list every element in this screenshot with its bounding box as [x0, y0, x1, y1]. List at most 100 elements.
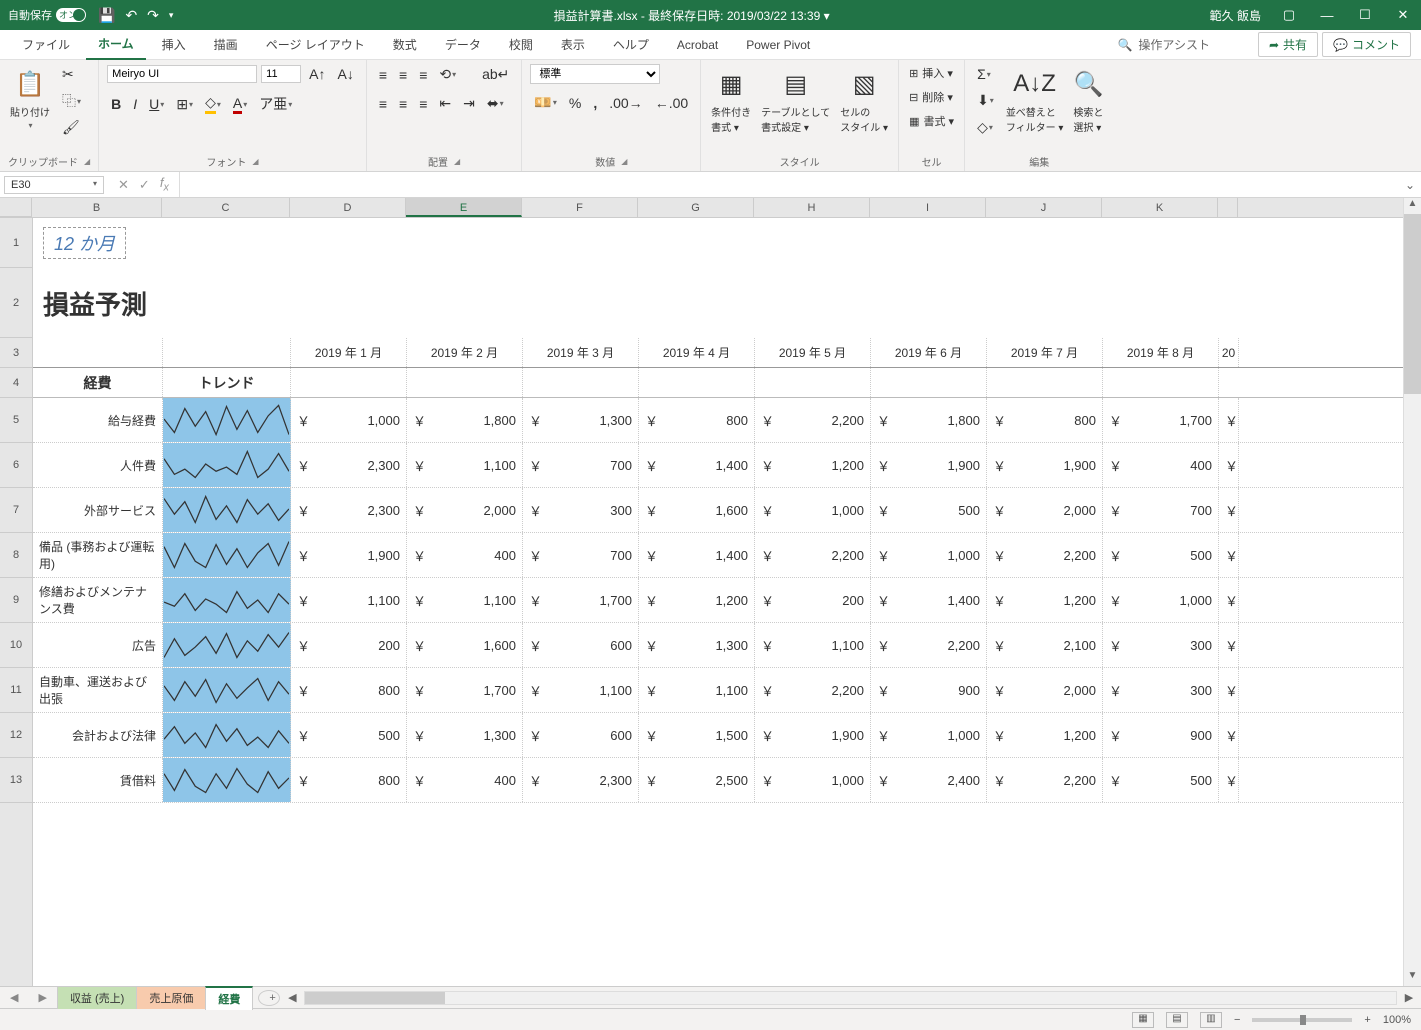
row-label[interactable]: 自動車、運送および出張: [33, 668, 163, 712]
row-label[interactable]: 賃借料: [33, 758, 163, 802]
select-all-corner[interactable]: [0, 198, 32, 217]
value-cell[interactable]: ￥1,100: [291, 578, 407, 622]
zoom-level[interactable]: 100%: [1383, 1014, 1411, 1026]
value-cell[interactable]: ￥400: [407, 758, 523, 802]
number-launcher-icon[interactable]: ◢: [621, 157, 627, 166]
value-cell[interactable]: ￥200: [755, 578, 871, 622]
tab-page-layout[interactable]: ページ レイアウト: [254, 30, 377, 59]
align-center-button[interactable]: ≡: [395, 94, 411, 114]
add-sheet-button[interactable]: +: [258, 990, 280, 1006]
value-cell[interactable]: ￥1,200: [987, 713, 1103, 757]
sparkline-cell[interactable]: [163, 623, 291, 667]
sparkline-cell[interactable]: [163, 533, 291, 577]
value-cell[interactable]: ￥1,000: [871, 713, 987, 757]
decrease-font-button[interactable]: A↓: [334, 64, 358, 84]
value-cell[interactable]: ￥1,100: [407, 443, 523, 487]
page-layout-view-button[interactable]: ▤: [1166, 1012, 1188, 1028]
value-cell[interactable]: ￥1,600: [407, 623, 523, 667]
tab-home[interactable]: ホーム: [86, 29, 146, 60]
value-cell[interactable]: ￥1,800: [871, 398, 987, 442]
value-cell[interactable]: ￥1,900: [871, 443, 987, 487]
border-button[interactable]: ⊞▾: [172, 94, 197, 115]
tab-nav-next-icon[interactable]: ▶: [28, 991, 56, 1004]
autosum-button[interactable]: Σ▾: [973, 64, 998, 84]
scroll-right-icon[interactable]: ▶: [1401, 991, 1417, 1004]
value-cell[interactable]: ￥1,900: [755, 713, 871, 757]
col-header-K[interactable]: K: [1102, 198, 1218, 217]
value-cell[interactable]: ￥1,100: [755, 623, 871, 667]
value-cell[interactable]: ￥1,200: [987, 578, 1103, 622]
format-painter-button[interactable]: 🖌: [58, 117, 85, 138]
row-header-11[interactable]: 11: [0, 668, 32, 713]
value-cell[interactable]: ￥300: [1103, 623, 1219, 667]
redo-icon[interactable]: ↷: [147, 7, 159, 24]
value-cell[interactable]: ￥400: [1103, 443, 1219, 487]
vertical-scrollbar[interactable]: ▲ ▼: [1403, 198, 1421, 986]
col-header-E[interactable]: E: [406, 198, 522, 217]
cut-button[interactable]: ✂: [58, 64, 85, 85]
value-cell[interactable]: ￥2,200: [987, 758, 1103, 802]
share-button[interactable]: ➦共有: [1258, 32, 1318, 57]
comment-button[interactable]: 💬コメント: [1322, 32, 1411, 57]
value-cell[interactable]: ￥1,900: [987, 443, 1103, 487]
expand-formula-bar-icon[interactable]: ⌄: [1399, 178, 1421, 192]
value-cell[interactable]: ￥1,000: [755, 488, 871, 532]
value-cell[interactable]: ￥300: [523, 488, 639, 532]
sparkline-cell[interactable]: [163, 668, 291, 712]
fx-icon[interactable]: fx: [160, 175, 169, 194]
tab-draw[interactable]: 描画: [202, 30, 250, 59]
tab-file[interactable]: ファイル: [10, 30, 82, 59]
font-color-button[interactable]: A▾: [229, 93, 251, 116]
value-cell[interactable]: ￥1,300: [407, 713, 523, 757]
sparkline-cell[interactable]: [163, 758, 291, 802]
confirm-formula-icon[interactable]: ✓: [139, 177, 150, 193]
value-cell[interactable]: ￥2,300: [523, 758, 639, 802]
row-header-2[interactable]: 2: [0, 268, 32, 338]
value-cell[interactable]: ￥2,200: [871, 623, 987, 667]
ribbon-options-icon[interactable]: ▢: [1279, 7, 1299, 23]
normal-view-button[interactable]: ▦: [1132, 1012, 1154, 1028]
cells-area[interactable]: 12 か月損益予測2019 年 1 月2019 年 2 月2019 年 3 月2…: [33, 218, 1403, 986]
col-header-D[interactable]: D: [290, 198, 406, 217]
sparkline-cell[interactable]: [163, 443, 291, 487]
row-label[interactable]: 給与経費: [33, 398, 163, 442]
trend-label[interactable]: トレンド: [163, 368, 291, 397]
format-cells-button[interactable]: ▦書式 ▾: [907, 112, 956, 130]
sort-filter-button[interactable]: A↓Z並べ替えと フィルター ▾: [1004, 64, 1066, 136]
sheet-tab-expenses[interactable]: 経費: [205, 986, 253, 1010]
row-header-4[interactable]: 4: [0, 368, 32, 398]
accounting-format-button[interactable]: 💴▾: [530, 92, 560, 113]
align-right-button[interactable]: ≡: [415, 94, 431, 114]
value-cell[interactable]: ￥500: [871, 488, 987, 532]
value-cell[interactable]: ￥1,800: [407, 398, 523, 442]
fill-button[interactable]: ⬇▾: [973, 90, 998, 111]
sparkline-cell[interactable]: [163, 398, 291, 442]
row-header-9[interactable]: 9: [0, 578, 32, 623]
horizontal-scroll-thumb[interactable]: [305, 992, 445, 1004]
sheet-tab-revenue[interactable]: 収益 (売上): [57, 986, 137, 1009]
value-cell[interactable]: ￥1,400: [871, 578, 987, 622]
value-cell[interactable]: ￥2,000: [987, 668, 1103, 712]
tab-formulas[interactable]: 数式: [381, 30, 429, 59]
close-icon[interactable]: ✕: [1393, 7, 1413, 23]
comma-button[interactable]: ,: [589, 93, 601, 113]
value-cell[interactable]: ￥700: [523, 533, 639, 577]
value-cell[interactable]: ￥1,100: [523, 668, 639, 712]
maximize-icon[interactable]: ☐: [1355, 7, 1375, 23]
value-cell[interactable]: ￥1,500: [639, 713, 755, 757]
value-cell[interactable]: ￥2,200: [755, 398, 871, 442]
value-cell[interactable]: ￥500: [1103, 533, 1219, 577]
row-header-3[interactable]: 3: [0, 338, 32, 368]
expenses-label[interactable]: 経費: [33, 368, 163, 397]
value-cell[interactable]: ￥300: [1103, 668, 1219, 712]
value-cell[interactable]: ￥1,100: [407, 578, 523, 622]
formula-input[interactable]: [180, 176, 1399, 194]
value-cell[interactable]: ￥1,700: [407, 668, 523, 712]
insert-cells-button[interactable]: ⊞挿入 ▾: [907, 64, 955, 82]
underline-button[interactable]: U▾: [145, 94, 168, 114]
value-cell[interactable]: ￥700: [523, 443, 639, 487]
row-label[interactable]: 会計および法律: [33, 713, 163, 757]
vertical-scroll-thumb[interactable]: [1404, 214, 1421, 394]
row-label[interactable]: 修繕およびメンテナンス費: [33, 578, 163, 622]
value-cell[interactable]: ￥1,400: [639, 443, 755, 487]
